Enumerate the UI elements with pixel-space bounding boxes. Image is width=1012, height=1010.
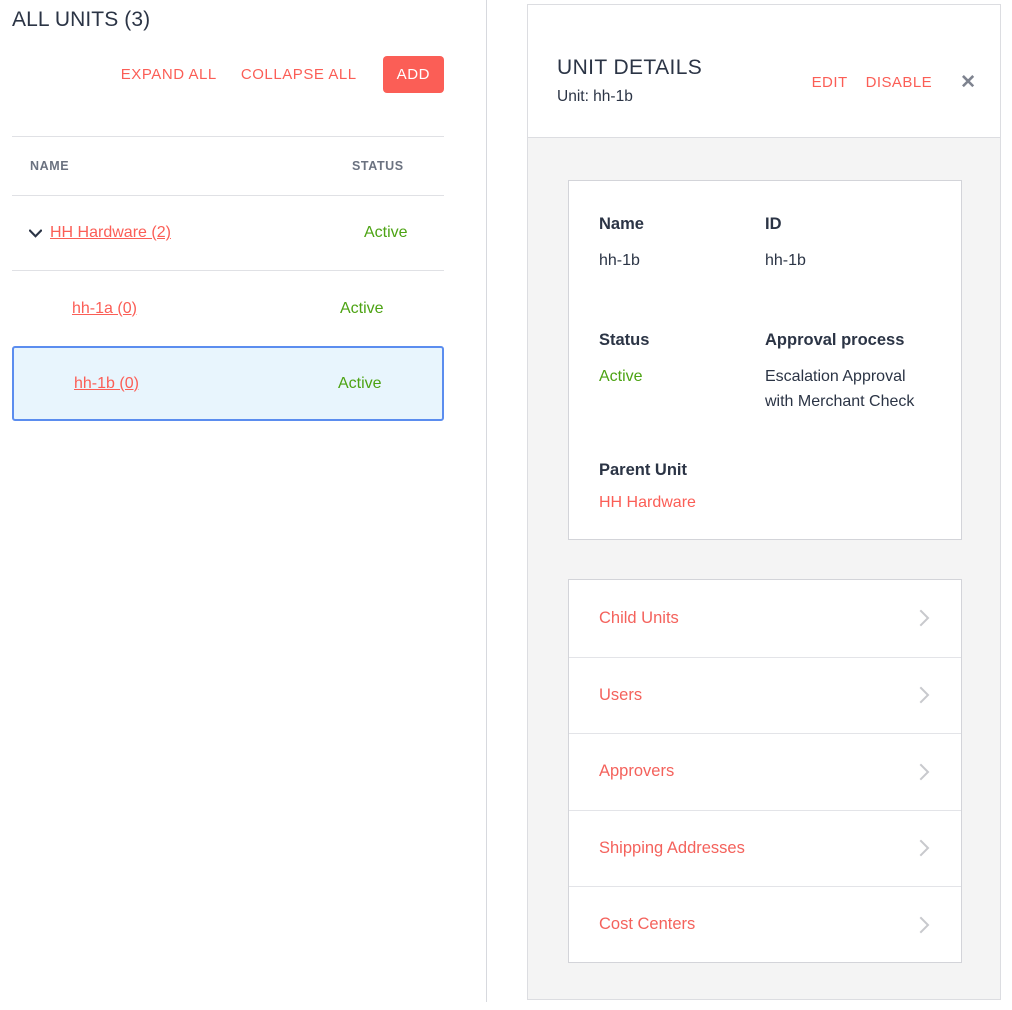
unit-link[interactable]: hh-1b (0) bbox=[74, 375, 139, 393]
units-management-screen: ALL UNITS (3) EXPAND ALL COLLAPSE ALL AD… bbox=[0, 0, 1012, 1010]
add-unit-button[interactable]: ADD bbox=[382, 56, 444, 93]
column-header-status: STATUS bbox=[352, 159, 404, 173]
chevron-down-icon[interactable] bbox=[24, 222, 46, 244]
info-row-name-id: Name hh-1b ID hh-1b bbox=[599, 215, 931, 273]
units-tree: HH Hardware (2) Active hh-1a (0) Active … bbox=[0, 196, 456, 421]
nav-item-label: Cost Centers bbox=[599, 915, 696, 934]
nav-item-users[interactable]: Users bbox=[569, 656, 961, 734]
id-label: ID bbox=[765, 215, 782, 233]
column-header-name: NAME bbox=[30, 159, 70, 173]
status-badge: Active bbox=[364, 224, 408, 241]
parent-unit-link[interactable]: HH Hardware bbox=[599, 494, 775, 512]
id-value: hh-1b bbox=[765, 252, 806, 269]
details-subtitle: Unit: hh-1b bbox=[557, 88, 633, 105]
info-field-status: Status Active bbox=[599, 331, 765, 414]
table-row[interactable]: hh-1a (0) Active bbox=[0, 271, 456, 346]
table-header-row: NAME STATUS bbox=[12, 136, 444, 196]
chevron-right-icon bbox=[919, 608, 931, 628]
chevron-right-icon bbox=[919, 915, 931, 935]
unit-info-grid: Name hh-1b ID hh-1b Status Active Approv… bbox=[569, 181, 961, 512]
table-row[interactable]: HH Hardware (2) Active bbox=[12, 196, 444, 271]
nav-item-child-units[interactable]: Child Units bbox=[569, 580, 961, 657]
status-label: Status bbox=[599, 331, 650, 349]
info-row-parent-unit: Parent Unit HH Hardware bbox=[599, 461, 931, 512]
units-toolbar: EXPAND ALL COLLAPSE ALL ADD bbox=[0, 56, 444, 93]
page-title: ALL UNITS (3) bbox=[12, 8, 151, 31]
approval-process-value: Escalation Approval with Merchant Check bbox=[765, 368, 915, 410]
name-value: hh-1b bbox=[599, 252, 640, 269]
nav-item-label: Child Units bbox=[599, 608, 679, 627]
details-title: UNIT DETAILS bbox=[557, 56, 703, 79]
info-row-status-approval: Status Active Approval process Escalatio… bbox=[599, 331, 931, 414]
nav-item-label: Approvers bbox=[599, 762, 675, 781]
name-label: Name bbox=[599, 215, 644, 233]
chevron-right-icon bbox=[919, 838, 931, 858]
parent-unit-label: Parent Unit bbox=[599, 461, 688, 479]
info-field-parent-unit: Parent Unit HH Hardware bbox=[599, 461, 775, 512]
disable-button[interactable]: DISABLE bbox=[866, 74, 933, 91]
info-field-name: Name hh-1b bbox=[599, 215, 765, 273]
collapse-all-button[interactable]: COLLAPSE ALL bbox=[229, 60, 369, 89]
unit-sections-card: Child Units Users Approvers Shipping Add… bbox=[568, 579, 962, 963]
status-badge: Active bbox=[340, 299, 384, 317]
nav-item-approvers[interactable]: Approvers bbox=[569, 733, 961, 810]
info-field-id: ID hh-1b bbox=[765, 215, 931, 273]
nav-item-shipping-addresses[interactable]: Shipping Addresses bbox=[569, 809, 961, 887]
details-header-actions: EDIT DISABLE ✕ bbox=[794, 73, 976, 92]
edit-button[interactable]: EDIT bbox=[812, 74, 848, 91]
unit-info-card: Name hh-1b ID hh-1b Status Active Approv… bbox=[568, 180, 962, 540]
status-value: Active bbox=[599, 368, 643, 385]
unit-name-cell: HH Hardware (2) bbox=[50, 224, 364, 242]
unit-details-header: UNIT DETAILS Unit: hh-1b EDIT DISABLE ✕ bbox=[528, 5, 1000, 138]
nav-item-label: Shipping Addresses bbox=[599, 838, 745, 857]
chevron-right-icon bbox=[919, 685, 931, 705]
table-row-selected[interactable]: hh-1b (0) Active bbox=[12, 346, 444, 421]
approval-process-label: Approval process bbox=[765, 331, 905, 349]
chevron-right-icon bbox=[919, 762, 931, 782]
nav-item-cost-centers[interactable]: Cost Centers bbox=[569, 886, 961, 963]
unit-link[interactable]: HH Hardware (2) bbox=[50, 224, 171, 242]
unit-name-cell: hh-1b (0) bbox=[14, 375, 298, 393]
units-list-panel: ALL UNITS (3) EXPAND ALL COLLAPSE ALL AD… bbox=[0, 0, 487, 1002]
info-field-approval-process: Approval process Escalation Approval wit… bbox=[765, 331, 931, 414]
status-badge: Active bbox=[338, 374, 382, 392]
unit-details-panel: UNIT DETAILS Unit: hh-1b EDIT DISABLE ✕ … bbox=[527, 4, 1001, 1000]
expand-all-button[interactable]: EXPAND ALL bbox=[109, 60, 229, 89]
units-table: NAME STATUS bbox=[12, 136, 444, 196]
unit-name-cell: hh-1a (0) bbox=[0, 300, 340, 318]
nav-item-label: Users bbox=[599, 685, 643, 704]
close-icon[interactable]: ✕ bbox=[960, 73, 976, 92]
unit-link[interactable]: hh-1a (0) bbox=[72, 300, 137, 318]
